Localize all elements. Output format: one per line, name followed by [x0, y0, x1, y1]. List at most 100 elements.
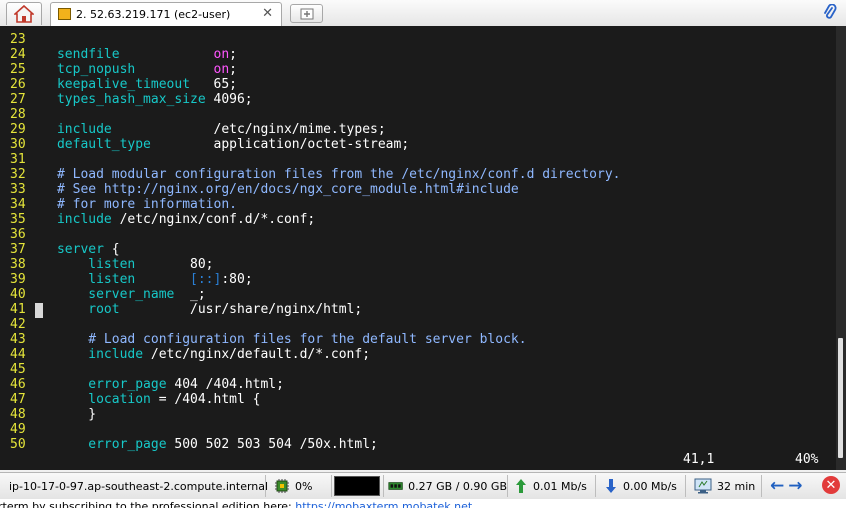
line-number: 36 — [10, 227, 26, 242]
upload-segment[interactable]: 0.01 Mb/s — [510, 475, 596, 497]
terminal-line: 30 default_type application/octet-stream… — [10, 137, 620, 152]
home-button[interactable] — [6, 2, 42, 25]
memory-usage: 0.27 GB / 0.90 GB — [408, 479, 507, 493]
memory-icon — [388, 482, 403, 490]
code-token: types_hash_max_size — [25, 92, 214, 107]
line-number: 26 — [10, 77, 26, 92]
terminal-line: 38 listen 80; — [10, 257, 620, 272]
terminal-line: 29 include /etc/nginx/mime.types; — [10, 122, 620, 137]
close-icon[interactable]: ✕ — [262, 6, 273, 21]
download-arrow-icon — [606, 479, 616, 493]
code-token: /etc/nginx/conf.d/*.conf; — [119, 212, 316, 227]
code-token: /etc/nginx/default.d/*.conf; — [150, 347, 371, 362]
terminal-line: 46 error_page 404 /404.html; — [10, 377, 620, 392]
cpu-segment[interactable]: 0% — [270, 475, 332, 497]
code-token: 500 502 503 504 /50x.html; — [174, 437, 378, 452]
terminal-line: 33 # See http://nginx.org/en/docs/ngx_co… — [10, 182, 620, 197]
line-number: 32 — [10, 167, 26, 182]
code-token: application/octet-stream; — [213, 137, 410, 152]
code-token: 404 /404.html; — [174, 377, 284, 392]
attach-button[interactable] — [820, 2, 840, 24]
promo-footer: rterm by subscribing to the professional… — [0, 499, 846, 508]
tab-bar: 2. 52.63.219.171 (ec2-user) ✕ — [0, 0, 846, 27]
line-number: 28 — [10, 107, 26, 122]
terminal-line: 24 sendfile on; — [10, 47, 620, 62]
code-token: /usr/share/nginx/html; — [190, 302, 363, 317]
terminal-view[interactable]: 23 24 sendfile on; 25 tcp_nopush on; 26 kee… — [0, 26, 846, 470]
terminal-line: 26 keepalive_timeout 65; — [10, 77, 620, 92]
code-token: include — [25, 347, 151, 362]
exit-button[interactable]: ✕ — [822, 476, 840, 494]
upload-arrow-icon — [516, 479, 526, 493]
code-comment: # See http://nginx.org/en/docs/ngx_core_… — [25, 182, 519, 197]
code-token: listen — [25, 257, 191, 272]
code-comment: # Load modular configuration files from … — [25, 167, 621, 182]
line-number: 41 — [10, 302, 26, 317]
code-token: error_page — [25, 437, 175, 452]
terminal-line: 25 tcp_nopush on; — [10, 62, 620, 77]
code-token: on — [213, 62, 230, 77]
upload-speed: 0.01 Mb/s — [533, 479, 587, 493]
line-number: 23 — [10, 32, 26, 47]
line-number: 49 — [10, 422, 26, 437]
code-token: { — [111, 242, 120, 257]
code-token: keepalive_timeout — [25, 77, 214, 92]
line-number: 27 — [10, 92, 26, 107]
code-token: root — [25, 302, 191, 317]
arrow-right-icon[interactable]: → — [788, 476, 802, 496]
code-token: location — [25, 392, 159, 407]
line-number: 33 — [10, 182, 26, 197]
promo-link[interactable]: https://mobaxterm.mobatek.net — [295, 500, 472, 508]
scroll-percent: 40% — [795, 452, 819, 467]
session-tab[interactable]: 2. 52.63.219.171 (ec2-user) ✕ — [50, 2, 282, 26]
key-icon — [58, 8, 71, 20]
cpu-graph-segment — [332, 475, 384, 497]
line-number: 38 — [10, 257, 26, 272]
home-icon — [14, 5, 34, 23]
terminal-line: 27 types_hash_max_size 4096; — [10, 92, 620, 107]
new-tab-button[interactable] — [290, 4, 323, 23]
line-number: 34 — [10, 197, 26, 212]
terminal-line: 41 root /usr/share/nginx/html; — [10, 302, 620, 317]
code-token: _; — [190, 287, 206, 302]
terminal-scrollbar[interactable] — [836, 26, 846, 470]
arrow-left-icon[interactable]: ← — [770, 476, 784, 496]
line-number: 35 — [10, 212, 26, 227]
line-number: 37 — [10, 242, 26, 257]
terminal-line: 40 server_name _; — [10, 287, 620, 302]
code-token: } — [25, 407, 97, 422]
download-segment[interactable]: 0.00 Mb/s — [600, 475, 686, 497]
terminal-line: 49 — [10, 422, 620, 437]
host-segment[interactable]: ip-10-17-0-97.ap-southeast-2.compute.int… — [0, 475, 268, 497]
line-number: 47 — [10, 392, 26, 407]
code-token: listen — [25, 272, 191, 287]
code-token: /etc/nginx/mime.types; — [213, 122, 386, 137]
line-number: 45 — [10, 362, 26, 377]
line-number: 50 — [10, 437, 26, 452]
code-comment: # for more information. — [25, 197, 237, 212]
cpu-graph — [334, 476, 380, 496]
memory-segment[interactable]: 0.27 GB / 0.90 GB — [384, 475, 508, 497]
scrollbar-thumb[interactable] — [838, 338, 843, 458]
line-number: 29 — [10, 122, 26, 137]
close-circle-icon: ✕ — [825, 477, 837, 493]
line-number: 42 — [10, 317, 26, 332]
terminal-line: 42 — [10, 317, 620, 332]
uptime-segment[interactable]: 32 min — [690, 475, 762, 497]
code-token: 65; — [213, 77, 237, 92]
code-token: include — [25, 212, 120, 227]
code-token: :80; — [221, 272, 253, 287]
terminal-line: 47 location = /404.html { — [10, 392, 620, 407]
cpu-icon — [275, 479, 289, 493]
terminal-line: 37 server { — [10, 242, 620, 257]
terminal-line: 36 — [10, 227, 620, 242]
code-token: ; — [229, 62, 237, 77]
code-token: = /404.html { — [158, 392, 261, 407]
line-number: 46 — [10, 377, 26, 392]
code-token: include — [25, 122, 214, 137]
code-token: 4096; — [213, 92, 253, 107]
terminal-line: 34 # for more information. — [10, 197, 620, 212]
terminal-line: 35 include /etc/nginx/conf.d/*.conf; — [10, 212, 620, 227]
terminal-line: 43 # Load configuration files for the de… — [10, 332, 620, 347]
code-token: server — [25, 242, 112, 257]
